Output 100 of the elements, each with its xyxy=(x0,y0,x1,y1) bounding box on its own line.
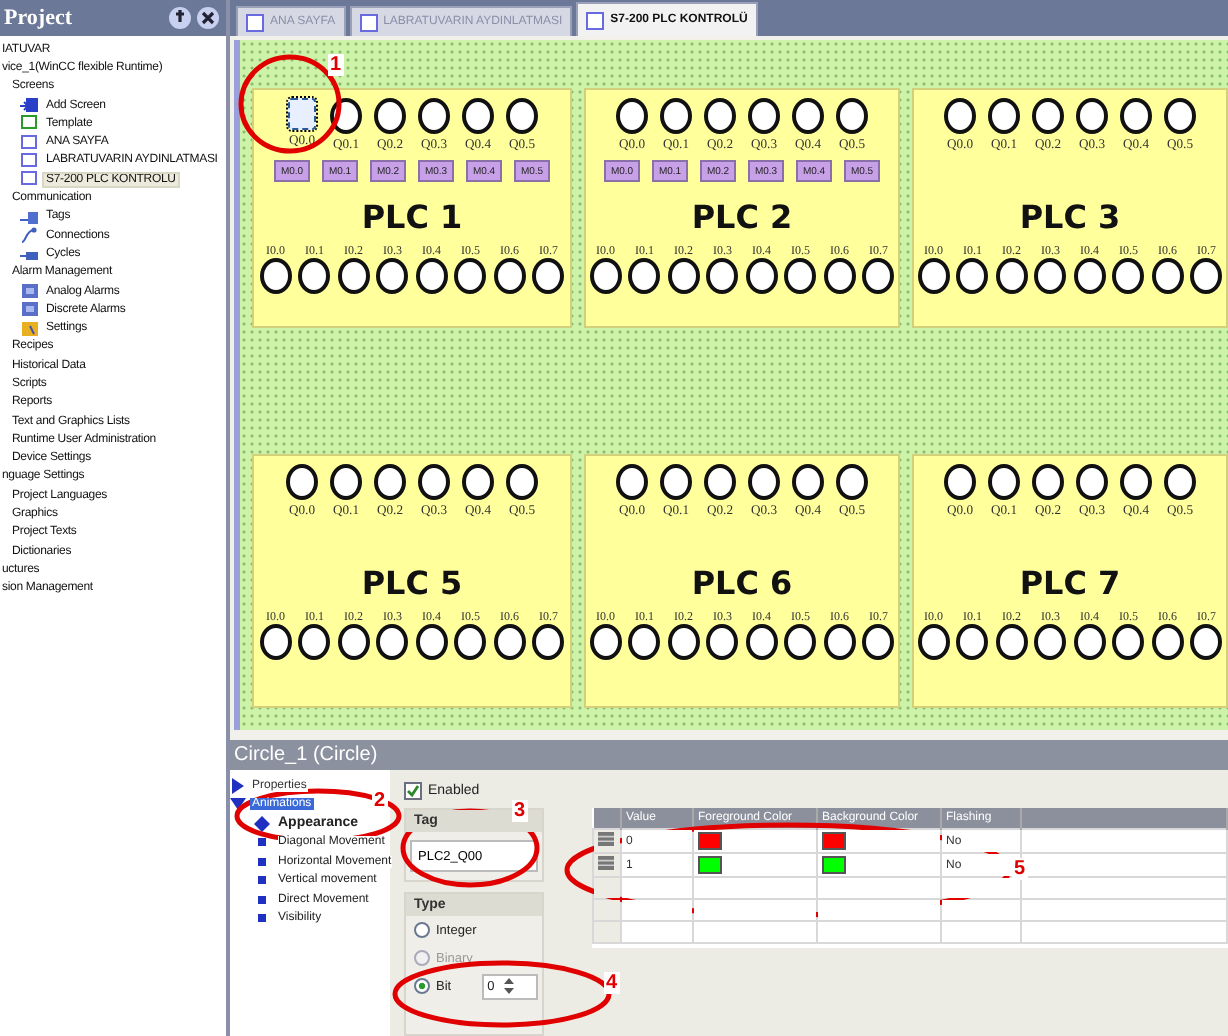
indicator-lamp[interactable] xyxy=(988,98,1020,134)
settings-icon xyxy=(20,319,40,338)
annotation-number: 5 xyxy=(1012,858,1028,880)
indicator-lamp[interactable] xyxy=(1032,98,1064,134)
annotation-number: 4 xyxy=(604,972,620,994)
indicator-lamp[interactable] xyxy=(1076,98,1108,134)
indicator-lamp[interactable] xyxy=(988,464,1020,500)
indicator-lamp[interactable] xyxy=(532,624,565,660)
indicator-lamp[interactable] xyxy=(748,464,780,500)
indicator-lamp[interactable] xyxy=(1112,258,1145,294)
indicator-lamp[interactable] xyxy=(1112,624,1145,660)
indicator-lamp[interactable] xyxy=(415,624,448,660)
screen-icon xyxy=(359,13,378,31)
indicator-lamp[interactable] xyxy=(1073,624,1106,660)
indicator-lamp[interactable] xyxy=(286,464,318,500)
indicator-lamp[interactable] xyxy=(628,624,661,660)
indicator-lamp[interactable] xyxy=(784,624,817,660)
indicator-lamp[interactable] xyxy=(1190,624,1223,660)
indicator-lamp[interactable] xyxy=(995,258,1028,294)
indicator-lamp[interactable] xyxy=(792,98,824,134)
indicator-lamp[interactable] xyxy=(337,258,370,294)
indicator-lamp[interactable] xyxy=(493,258,526,294)
indicator-lamp[interactable] xyxy=(1120,98,1152,134)
indicator-lamp[interactable] xyxy=(259,258,292,294)
indicator-lamp[interactable] xyxy=(462,98,494,134)
connections-icon xyxy=(20,226,40,245)
indicator-lamp[interactable] xyxy=(298,258,331,294)
indicator-lamp[interactable] xyxy=(506,98,538,134)
screen-icon xyxy=(586,11,605,29)
indicator-lamp[interactable] xyxy=(1190,258,1223,294)
indicator-lamp[interactable] xyxy=(418,464,450,500)
indicator-lamp[interactable] xyxy=(493,624,526,660)
indicator-lamp[interactable] xyxy=(944,464,976,500)
properties-title: Circle_1 (Circle) xyxy=(230,740,1228,770)
indicator-lamp[interactable] xyxy=(376,258,409,294)
indicator-lamp[interactable] xyxy=(589,258,622,294)
indicator-lamp[interactable] xyxy=(748,98,780,134)
indicator-lamp[interactable] xyxy=(506,464,538,500)
indicator-lamp[interactable] xyxy=(956,624,989,660)
indicator-lamp[interactable] xyxy=(1032,464,1064,500)
indicator-lamp[interactable] xyxy=(917,258,950,294)
indicator-lamp[interactable] xyxy=(616,98,648,134)
plc-title: PLC 7 xyxy=(1019,564,1121,602)
indicator-lamp[interactable] xyxy=(836,464,868,500)
indicator-lamp[interactable] xyxy=(462,464,494,500)
indicator-lamp[interactable] xyxy=(917,624,950,660)
indicator-lamp[interactable] xyxy=(1034,258,1067,294)
indicator-lamp[interactable] xyxy=(667,624,700,660)
indicator-lamp[interactable] xyxy=(745,624,778,660)
indicator-lamp[interactable] xyxy=(944,98,976,134)
indicator-lamp[interactable] xyxy=(337,624,370,660)
indicator-lamp[interactable] xyxy=(454,624,487,660)
indicator-lamp[interactable] xyxy=(589,624,622,660)
screen-icon xyxy=(246,13,264,31)
indicator-lamp[interactable] xyxy=(823,624,856,660)
add-screen-icon xyxy=(20,96,40,115)
indicator-lamp[interactable] xyxy=(784,258,817,294)
indicator-lamp[interactable] xyxy=(862,258,895,294)
indicator-lamp[interactable] xyxy=(532,258,565,294)
indicator-lamp[interactable] xyxy=(995,624,1028,660)
indicator-lamp[interactable] xyxy=(706,258,739,294)
indicator-lamp[interactable] xyxy=(1164,464,1196,500)
indicator-lamp[interactable] xyxy=(376,624,409,660)
indicator-lamp[interactable] xyxy=(836,98,868,134)
indicator-lamp[interactable] xyxy=(628,258,661,294)
indicator-lamp[interactable] xyxy=(1076,464,1108,500)
indicator-lamp[interactable] xyxy=(745,258,778,294)
indicator-lamp[interactable] xyxy=(956,258,989,294)
radio-button[interactable] xyxy=(414,922,430,938)
indicator-lamp[interactable] xyxy=(704,464,736,500)
indicator-lamp[interactable] xyxy=(823,258,856,294)
indicator-lamp[interactable] xyxy=(415,258,448,294)
indicator-lamp[interactable] xyxy=(704,98,736,134)
plc-title: PLC 3 xyxy=(1019,198,1121,236)
indicator-lamp[interactable] xyxy=(1151,624,1184,660)
indicator-lamp[interactable] xyxy=(706,624,739,660)
radio-button[interactable] xyxy=(414,978,430,994)
tags-icon xyxy=(20,207,40,226)
template-icon xyxy=(20,114,40,133)
indicator-lamp[interactable] xyxy=(454,258,487,294)
indicator-lamp[interactable] xyxy=(1151,258,1184,294)
indicator-lamp[interactable] xyxy=(298,624,331,660)
indicator-lamp[interactable] xyxy=(616,464,648,500)
checkbox[interactable] xyxy=(404,781,422,799)
indicator-lamp[interactable] xyxy=(1164,98,1196,134)
indicator-lamp[interactable] xyxy=(792,464,824,500)
indicator-lamp[interactable] xyxy=(1120,464,1152,500)
indicator-lamp[interactable] xyxy=(660,98,692,134)
indicator-lamp[interactable] xyxy=(1073,258,1106,294)
indicator-lamp[interactable] xyxy=(288,98,316,130)
indicator-lamp[interactable] xyxy=(259,624,292,660)
indicator-lamp[interactable] xyxy=(1034,624,1067,660)
annotation-number: 1 xyxy=(328,54,344,76)
indicator-lamp[interactable] xyxy=(330,464,362,500)
indicator-lamp[interactable] xyxy=(660,464,692,500)
indicator-lamp[interactable] xyxy=(418,98,450,134)
indicator-lamp[interactable] xyxy=(374,98,406,134)
indicator-lamp[interactable] xyxy=(667,258,700,294)
indicator-lamp[interactable] xyxy=(862,624,895,660)
indicator-lamp[interactable] xyxy=(374,464,406,500)
